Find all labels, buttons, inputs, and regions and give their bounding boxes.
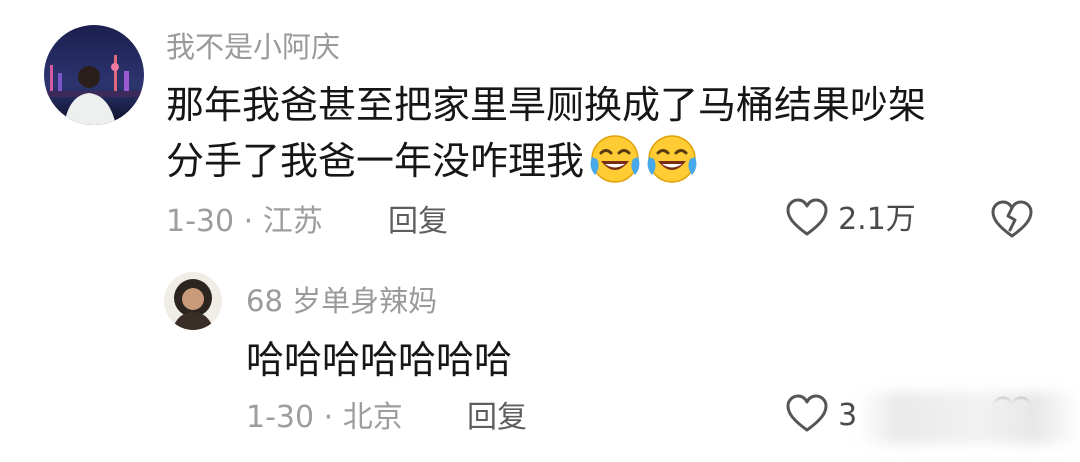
reply-button[interactable]: 回复: [467, 398, 527, 438]
comment-text-line2-label: 分手了我爸一年没咋理我: [166, 139, 585, 183]
reply-button[interactable]: 回复: [388, 202, 448, 242]
comment-username[interactable]: 我不是小阿庆: [166, 28, 340, 66]
comment-date-location: 1-30 · 北京: [246, 400, 403, 435]
laughing-tears-emoji: [646, 133, 698, 189]
laughing-tears-emoji: [589, 133, 641, 189]
comment-date-location: 1-30 · 江苏: [166, 204, 323, 239]
comment-text-line2: 分手了我爸一年没咋理我: [166, 133, 698, 185]
like-button[interactable]: 2.1万: [785, 198, 916, 244]
broken-heart-icon[interactable]: [990, 200, 1034, 244]
like-count: 2.1万: [838, 202, 916, 237]
like-count: 3: [838, 398, 858, 433]
avatar[interactable]: [164, 272, 222, 330]
avatar[interactable]: [44, 25, 144, 125]
like-button[interactable]: 3: [785, 394, 857, 440]
comment-username[interactable]: 68 岁单身辣妈: [246, 282, 437, 320]
watermark-blur: [858, 392, 1080, 444]
comment-text: 哈哈哈哈哈哈哈: [246, 338, 513, 382]
heart-icon: [785, 198, 829, 242]
comment-text: 那年我爸甚至把家里旱厕换成了马桶结果吵架: [166, 83, 927, 127]
heart-icon: [785, 394, 829, 438]
